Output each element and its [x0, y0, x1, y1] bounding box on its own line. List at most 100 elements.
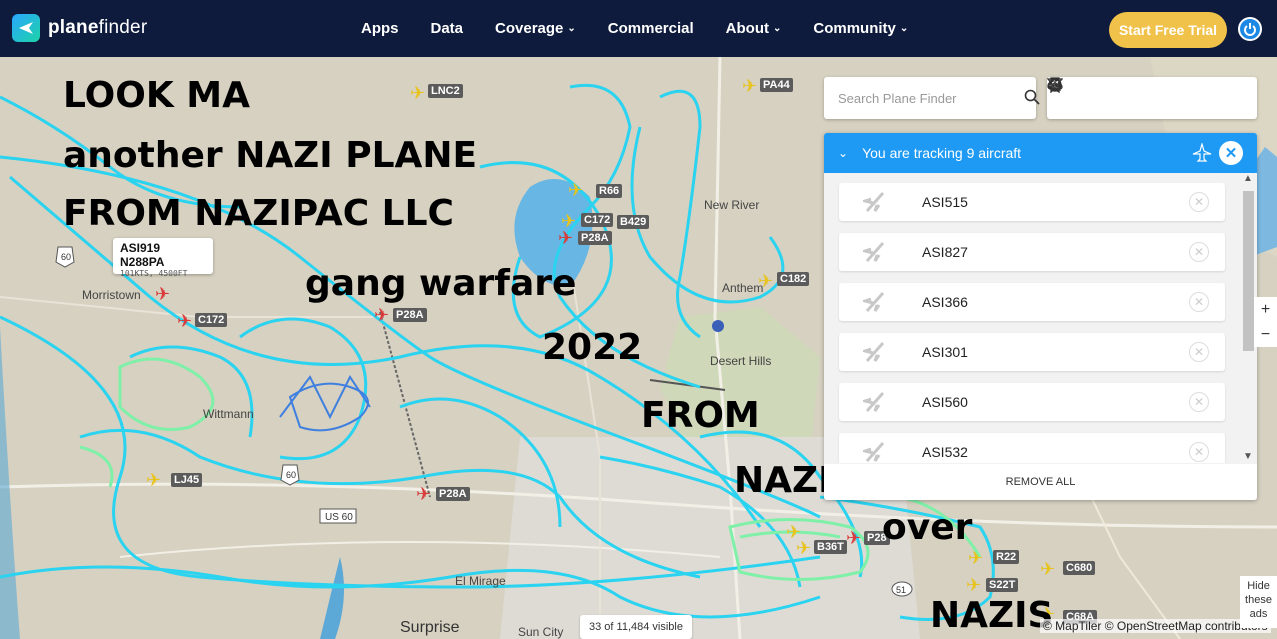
hide-ads-button[interactable]: Hide these ads: [1240, 576, 1277, 628]
aircraft-icon[interactable]: ✈: [742, 77, 757, 95]
tracked-aircraft-row[interactable]: ASI827 ✕: [839, 233, 1225, 271]
map-toolbar: [1047, 77, 1257, 119]
tooltip-speed-altitude: 101KTS, 4500FT: [120, 269, 188, 278]
nav-commercial-label: Commercial: [607, 20, 694, 37]
gear-icon[interactable]: [1048, 78, 1178, 108]
aircraft-label[interactable]: R22: [993, 550, 1020, 564]
scroll-up-icon[interactable]: ▲: [1243, 173, 1253, 184]
close-tracking-button[interactable]: ✕: [1219, 141, 1243, 165]
aircraft-label[interactable]: PA44: [760, 78, 793, 92]
remove-icon[interactable]: ✕: [1189, 292, 1209, 312]
aircraft-icon[interactable]: ✈: [966, 576, 981, 594]
tracking-panel: ⌄ You are tracking 9 aircraft ✕ ASI515 ✕…: [824, 133, 1257, 500]
tracked-aircraft-row[interactable]: ASI532 ✕: [839, 433, 1225, 463]
aircraft-label[interactable]: C680: [1063, 561, 1096, 575]
tracked-aircraft-row[interactable]: ASI560 ✕: [839, 383, 1225, 421]
aircraft-label[interactable]: P28A: [436, 487, 470, 501]
aircraft-icon[interactable]: ✈: [374, 306, 389, 324]
nav-coverage-label: Coverage: [495, 20, 564, 37]
remove-all-button[interactable]: REMOVE ALL: [824, 464, 1257, 500]
scrollbar-thumb[interactable]: [1243, 191, 1254, 351]
aircraft-icon[interactable]: ✈: [416, 485, 431, 503]
flight-map[interactable]: 60 60 US 60 51 Morristown Wittmann New R…: [0, 57, 1277, 639]
power-icon[interactable]: [1238, 17, 1262, 41]
aircraft-icon[interactable]: ✈: [568, 181, 583, 199]
aircraft-label[interactable]: C182: [777, 272, 810, 286]
overlay-text-line4: gang warfare: [305, 263, 577, 304]
remove-icon[interactable]: ✕: [1189, 392, 1209, 412]
nav-about[interactable]: About ⌄: [726, 20, 782, 37]
overlay-text-line5: 2022: [542, 327, 643, 368]
tooltip-callsign: ASI919 N288PA: [120, 241, 165, 269]
overlay-text-line2: another NAZI PLANE: [63, 135, 478, 176]
aircraft-icon[interactable]: ✈: [796, 539, 811, 557]
visible-count-badge: 33 of 11,484 visible: [580, 615, 692, 639]
tracked-aircraft-callsign: ASI301: [922, 344, 968, 360]
bookmark-icon[interactable]: [1050, 77, 1146, 108]
aircraft-label[interactable]: P28A: [578, 231, 612, 245]
aircraft-icon[interactable]: ✈: [968, 549, 983, 567]
aircraft-label[interactable]: C172: [581, 213, 614, 227]
aircraft-icon[interactable]: ✈: [1040, 560, 1055, 578]
nav-commercial[interactable]: Commercial: [608, 20, 694, 37]
aircraft-icon[interactable]: ✈: [146, 471, 161, 489]
aircraft-icon[interactable]: ✈: [410, 84, 425, 102]
planefinder-logo[interactable]: planefinder: [12, 14, 147, 42]
overlay-text-line6: FROM: [641, 395, 760, 436]
nav-about-label: About: [725, 20, 769, 37]
tracked-aircraft-callsign: ASI532: [922, 444, 968, 460]
aircraft-label[interactable]: R66: [596, 184, 623, 198]
remove-icon[interactable]: ✕: [1189, 342, 1209, 362]
aircraft-label[interactable]: S22T: [986, 578, 1019, 592]
zoom-control: + −: [1254, 297, 1277, 347]
place-wittmann: Wittmann: [203, 407, 254, 421]
tracking-panel-header[interactable]: ⌄ You are tracking 9 aircraft ✕: [824, 133, 1257, 173]
tracked-aircraft-row[interactable]: ASI301 ✕: [839, 333, 1225, 371]
plane-settings-icon[interactable]: [1047, 82, 1243, 108]
history-icon[interactable]: [1048, 78, 1210, 108]
aircraft-icon[interactable]: ✈: [758, 272, 773, 290]
selected-aircraft-icon[interactable]: ✈: [155, 285, 170, 303]
filter-icon[interactable]: [1047, 78, 1113, 108]
tracked-aircraft-callsign: ASI827: [922, 244, 968, 260]
overlay-text-line1: LOOK MA: [63, 75, 250, 116]
top-nav: planefinder Apps Data Coverage ⌄ Commerci…: [0, 0, 1277, 57]
aircraft-label[interactable]: LNC2: [428, 84, 463, 98]
place-morristown: Morristown: [82, 288, 141, 302]
aircraft-label[interactable]: LJ45: [171, 473, 203, 487]
search-input[interactable]: [824, 77, 994, 119]
nav-apps[interactable]: Apps: [361, 20, 399, 37]
place-new-river: New River: [704, 198, 760, 212]
chevron-down-icon: ⌄: [567, 23, 576, 34]
aircraft-label[interactable]: B36T: [814, 540, 847, 554]
map-attribution[interactable]: © MapTiler © OpenStreetMap contributors: [1040, 619, 1271, 633]
remove-icon[interactable]: ✕: [1189, 242, 1209, 262]
main-menu: Apps Data Coverage ⌄ Commercial About ⌄ Co…: [345, 0, 924, 57]
tracked-aircraft-list: ASI515 ✕ ASI827 ✕ ASI366 ✕ ASI301 ✕ ASI5…: [824, 173, 1257, 463]
aircraft-icon[interactable]: ✈: [846, 529, 861, 547]
nav-data[interactable]: Data: [431, 20, 464, 37]
aircraft-icon[interactable]: ✈: [177, 312, 192, 330]
cloud-icon[interactable]: [1047, 79, 1081, 108]
place-el-mirage: El Mirage: [455, 574, 506, 588]
aircraft-label[interactable]: B429: [617, 215, 650, 229]
nav-community[interactable]: Community ⌄: [813, 20, 908, 37]
chevron-down-icon: ⌄: [772, 23, 782, 34]
nav-coverage[interactable]: Coverage ⌄: [495, 20, 576, 37]
aircraft-label[interactable]: C172: [195, 313, 228, 327]
place-sun-city: Sun City: [518, 625, 564, 639]
logo-plane-icon: [12, 14, 40, 42]
chevron-down-icon[interactable]: ⌄: [838, 146, 848, 160]
tracked-aircraft-row[interactable]: ASI366 ✕: [839, 283, 1225, 321]
start-free-trial-button[interactable]: Start Free Trial: [1109, 12, 1227, 48]
zoom-in-button[interactable]: +: [1261, 301, 1270, 319]
aircraft-icon[interactable]: ✈: [558, 229, 573, 247]
aircraft-label[interactable]: P28A: [393, 308, 427, 322]
overlay-text-line3: FROM NAZIPAC LLC: [63, 193, 454, 234]
zoom-out-button[interactable]: −: [1261, 326, 1270, 344]
scroll-down-icon[interactable]: ▼: [1243, 451, 1253, 462]
remove-icon[interactable]: ✕: [1189, 442, 1209, 462]
tracked-aircraft-row[interactable]: ASI515 ✕: [839, 183, 1225, 221]
remove-icon[interactable]: ✕: [1189, 192, 1209, 212]
tracked-aircraft-callsign: ASI515: [922, 194, 968, 210]
